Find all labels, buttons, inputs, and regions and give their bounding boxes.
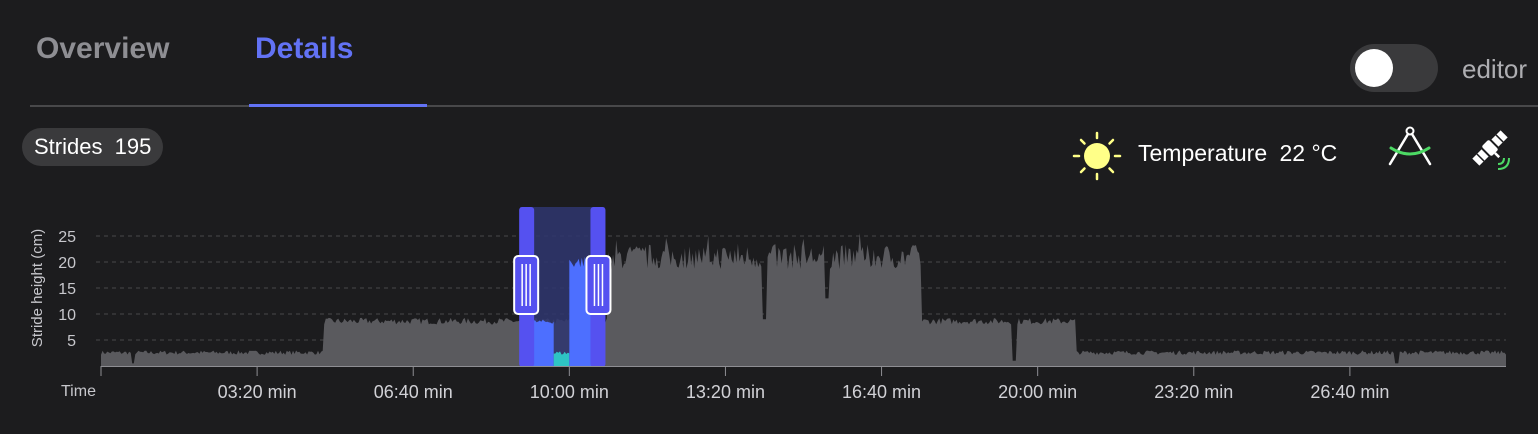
compass-icon[interactable] [1384, 124, 1436, 168]
x-axis-label: Time [61, 383, 96, 400]
details-screen: Overview Details editor Strides 195 Temp… [0, 0, 1538, 434]
x-tick-label: 03:20 min [218, 382, 297, 402]
stride-area [101, 233, 1506, 366]
y-tick-label: 10 [58, 307, 76, 324]
sun-icon [1072, 131, 1122, 181]
y-tick-label: 15 [58, 281, 76, 298]
satellite-icon[interactable] [1464, 124, 1516, 174]
active-tab-indicator [249, 104, 427, 107]
x-tick-label: 13:20 min [686, 382, 765, 402]
x-tick-label: 23:20 min [1154, 382, 1233, 402]
tab-details[interactable]: Details [255, 32, 353, 66]
strides-count: 195 [114, 134, 152, 159]
strides-badge: Strides 195 [22, 128, 164, 166]
x-tick-label: 26:40 min [1310, 382, 1389, 402]
temperature-label: Temperature [1138, 140, 1268, 166]
strides-label: Strides [34, 134, 103, 159]
y-tick-label: 25 [58, 229, 76, 246]
editor-label: editor [1462, 54, 1528, 84]
temperature-value: 22 °C [1279, 140, 1338, 166]
toggle-knob [1355, 49, 1393, 87]
y-tick-label: 20 [58, 255, 76, 272]
temperature-readout: Temperature 22 °C [1138, 140, 1337, 167]
stride-chart[interactable]: 5 10 15 20 25 Stride height (cm) Time 03:20 min… [0, 200, 1538, 434]
editor-toggle[interactable] [1350, 44, 1438, 92]
y-axis-label: Stride height (cm) [29, 229, 46, 347]
x-tick-label: 16:40 min [842, 382, 921, 402]
x-tick-label: 06:40 min [374, 382, 453, 402]
y-tick-label: 5 [67, 333, 76, 350]
tab-overview[interactable]: Overview [36, 32, 169, 66]
x-tick-label: 20:00 min [998, 382, 1077, 402]
x-tick-label: 10:00 min [530, 382, 609, 402]
